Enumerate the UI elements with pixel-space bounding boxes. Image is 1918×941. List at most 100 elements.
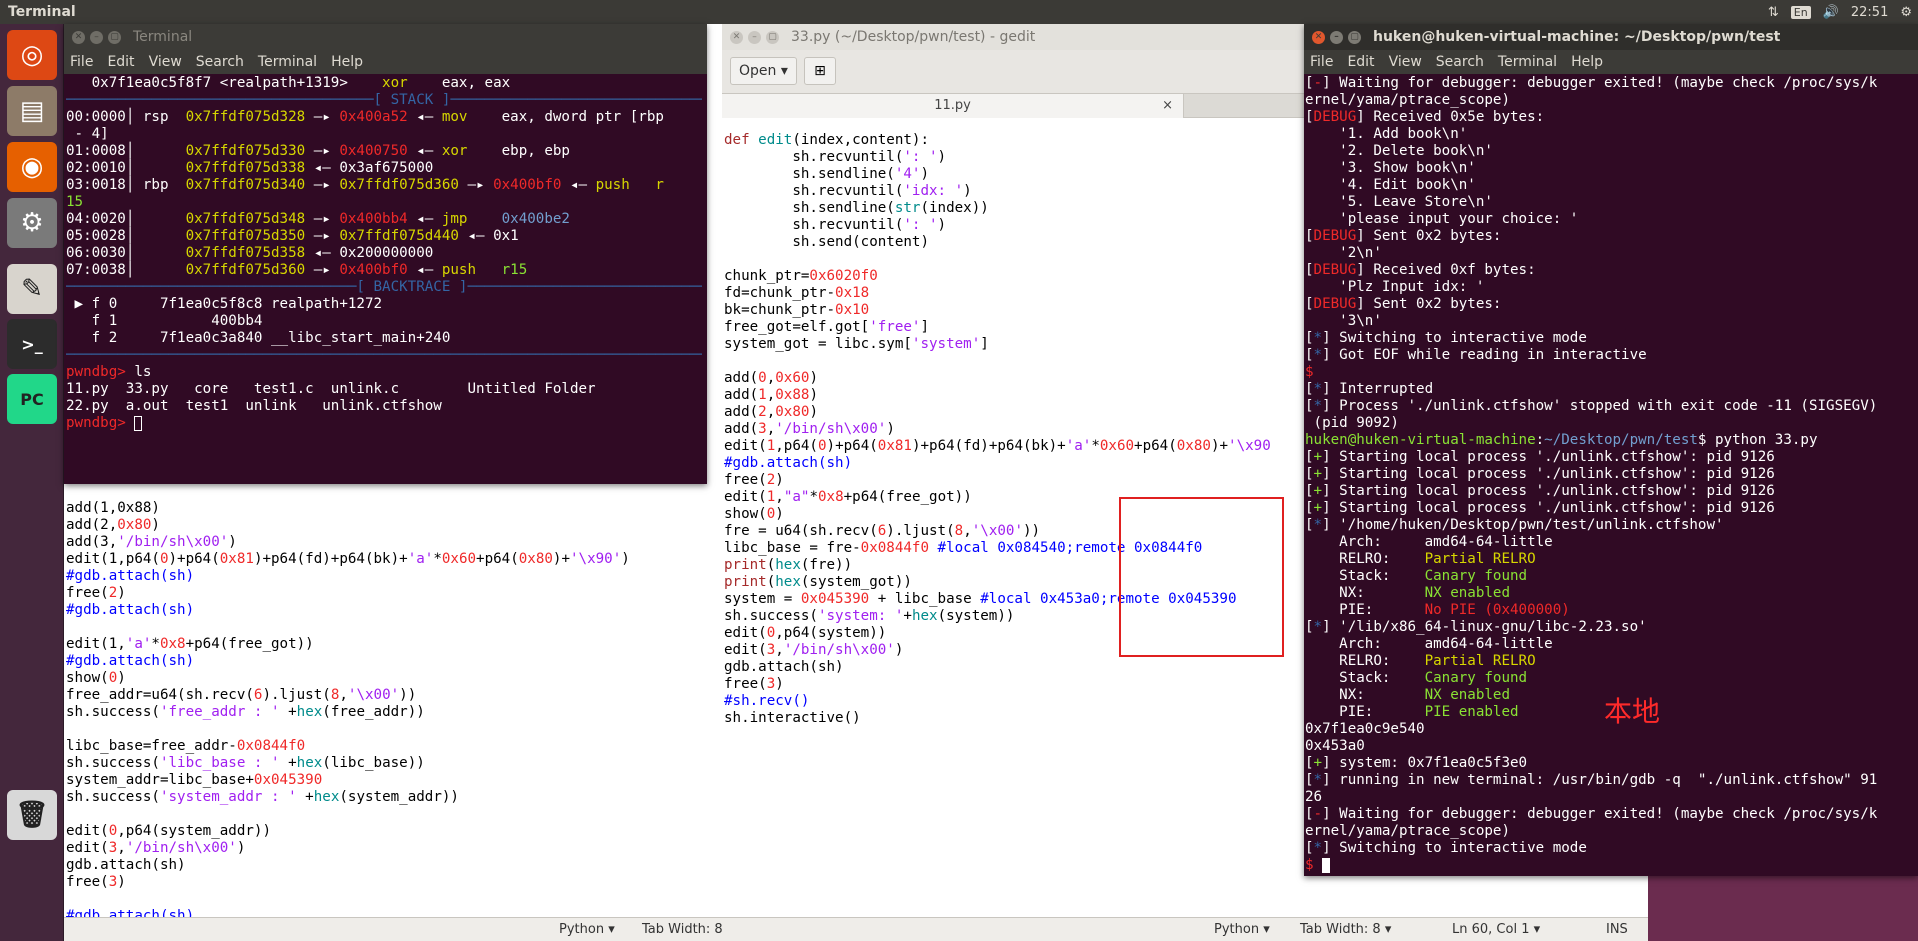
text-segment: 11.py 33.py core test1.c unlink.c Untitl… (66, 381, 596, 397)
text-segment: 'system' (911, 336, 981, 352)
terminal-icon[interactable]: >_ (7, 319, 57, 369)
text-line: 22.py a.out test1 unlink unlink.ctfshow (66, 398, 702, 415)
settings-icon[interactable]: ⚙ (7, 198, 57, 248)
menu-search[interactable]: Search (1436, 54, 1484, 70)
menu-terminal[interactable]: Terminal (1498, 54, 1557, 70)
text-segment: 'please input your choice: ' (1305, 211, 1579, 227)
menu-help[interactable]: Help (1571, 54, 1603, 70)
text-segment: [ (1305, 466, 1314, 482)
language-selector[interactable]: Python ▾ (559, 922, 615, 937)
text-segment: 2 (108, 585, 118, 601)
clock[interactable]: 22:51 (1851, 5, 1888, 20)
text-line: ernel/yama/ptrace_scope) (1305, 92, 1915, 109)
text-segment: [ (1305, 381, 1314, 397)
text-segment: PIE: (1305, 602, 1425, 618)
text-segment: hex (296, 755, 323, 771)
text-segment: 0x80 (518, 551, 553, 567)
menu-view[interactable]: View (1389, 54, 1422, 70)
text-line: 06:0030│ 0x7ffdf075d358 ◂— 0x200000000 (66, 245, 702, 262)
language-selector[interactable]: Python ▾ (1214, 922, 1270, 937)
tab-11py[interactable]: 11.py × (722, 94, 1184, 118)
text-line: system_got = libc.sym['system'] (724, 336, 1304, 353)
text-line: def edit(index,content): (724, 132, 1304, 149)
text-segment: gdb.attach(sh) (724, 659, 844, 675)
gedit-icon[interactable]: ✎ (7, 264, 57, 314)
text-segment: NX: (1305, 687, 1425, 703)
new-tab-button[interactable]: ⊞ (804, 57, 836, 85)
minimize-button[interactable]: – (90, 30, 103, 44)
keyboard-layout-indicator[interactable]: En (1790, 5, 1811, 19)
text-line: [+] Starting local process './unlink.ctf… (1305, 466, 1915, 483)
maximize-button[interactable]: ▢ (766, 30, 779, 44)
trash-icon[interactable]: 🗑 (7, 790, 57, 840)
text-line: edit(3,'/bin/sh\x00') (66, 840, 716, 857)
text-line: [*] Switching to interactive mode (1305, 330, 1915, 347)
menu-terminal[interactable]: Terminal (258, 54, 317, 70)
text-line: huken@huken-virtual-machine:~/Desktop/pw… (1305, 432, 1915, 449)
text-segment: 'a' (407, 551, 434, 567)
menu-help[interactable]: Help (331, 54, 363, 70)
menu-file[interactable]: File (70, 54, 93, 70)
text-segment: ~/Desktop/pwn/test (1544, 432, 1698, 448)
text-line: add(2,0x80) (66, 517, 716, 534)
text-segment: ) (621, 551, 630, 567)
close-button[interactable]: ✕ (72, 30, 85, 44)
volume-icon[interactable]: 🔊 (1823, 5, 1839, 20)
pycharm-icon[interactable]: PC (7, 374, 57, 424)
text-line: [*] Switching to interactive mode (1305, 840, 1915, 857)
text-line: #gdb.attach(sh) (66, 908, 716, 917)
text-line: gdb.attach(sh) (66, 857, 716, 874)
text-segment: rsp (142, 109, 186, 125)
text-line: 11.py 33.py core test1.c unlink.c Untitl… (66, 381, 702, 398)
maximize-button[interactable]: ▢ (1348, 30, 1361, 44)
text-line: NX: NX enabled (1305, 585, 1915, 602)
text-line: sh.success('system_addr : ' +hex(system_… (66, 789, 716, 806)
text-segment: ] '/home/huken/Desktop/pwn/test/unlink.c… (1322, 517, 1724, 533)
text-segment: 0 (159, 551, 169, 567)
text-segment: ] (980, 336, 989, 352)
text-segment: '2. Delete book\n' (1305, 143, 1493, 159)
text-line: - 4] (66, 126, 702, 143)
text-segment: edit(1, (66, 636, 126, 652)
text-line: RELRO: Partial RELRO (1305, 653, 1915, 670)
menu-file[interactable]: File (1310, 54, 1333, 70)
text-line: free(3) (724, 676, 1304, 693)
text-segment: pwndbg> (66, 364, 135, 380)
cursor-position[interactable]: Ln 60, Col 1 ▾ (1452, 922, 1540, 937)
text-line: 04:0020│ 0x7ffdf075d348 —▸ 0x400bb4 ◂— j… (66, 211, 702, 228)
menu-edit[interactable]: Edit (1347, 54, 1374, 70)
text-segment: 0x0844f0 (236, 738, 306, 754)
text-segment: ◂— (416, 109, 442, 125)
close-button[interactable]: ✕ (730, 30, 743, 44)
network-icon[interactable]: ⇅ (1768, 5, 1779, 20)
tab-width-selector[interactable]: Tab Width: 8 ▾ (1300, 922, 1391, 937)
menu-search[interactable]: Search (196, 54, 244, 70)
menu-edit[interactable]: Edit (107, 54, 134, 70)
text-line: free(3) (66, 874, 716, 891)
tab-width-selector[interactable]: Tab Width: 8 (642, 922, 723, 937)
background-editor-text[interactable]: add(1,0x88) add(2,0x80) add(3,'/bin/sh\x00… (66, 500, 716, 917)
firefox-icon[interactable]: ◉ (7, 142, 57, 192)
minimize-button[interactable]: – (1330, 30, 1343, 44)
menu-view[interactable]: View (149, 54, 182, 70)
text-segment: 0x400bf0 (339, 262, 417, 278)
pwndbg-output[interactable]: 0x7f1ea0c5f8f7 <realpath+1319> xor eax, … (66, 75, 702, 480)
exploit-output[interactable]: [-] Waiting for debugger: debugger exite… (1305, 75, 1915, 873)
maximize-button[interactable]: ▢ (108, 30, 121, 44)
text-line: sh.success('free_addr : ' +hex(free_addr… (66, 704, 716, 721)
ubuntu-dash-icon[interactable]: ◎ (7, 30, 57, 80)
text-segment: #sh.recv() (724, 693, 810, 709)
text-line: ▶ f 0 7f1ea0c5f8c8 realpath+1272 (66, 296, 702, 313)
text-segment: '2\n' (1305, 245, 1382, 261)
text-segment: add( (724, 421, 759, 437)
power-gear-icon[interactable]: ⚙ (1900, 5, 1912, 20)
files-icon[interactable]: ▤ (7, 86, 57, 136)
text-line: sh.sendline(str(index)) (724, 200, 1304, 217)
minimize-button[interactable]: – (748, 30, 761, 44)
open-button[interactable]: Open ▾ (730, 57, 797, 85)
text-segment: 0 (758, 370, 767, 386)
close-tab-icon[interactable]: × (1162, 94, 1173, 118)
text-line: $ (1305, 857, 1915, 873)
close-button[interactable]: ✕ (1312, 30, 1325, 44)
text-segment: 0x400bb4 (339, 211, 417, 227)
